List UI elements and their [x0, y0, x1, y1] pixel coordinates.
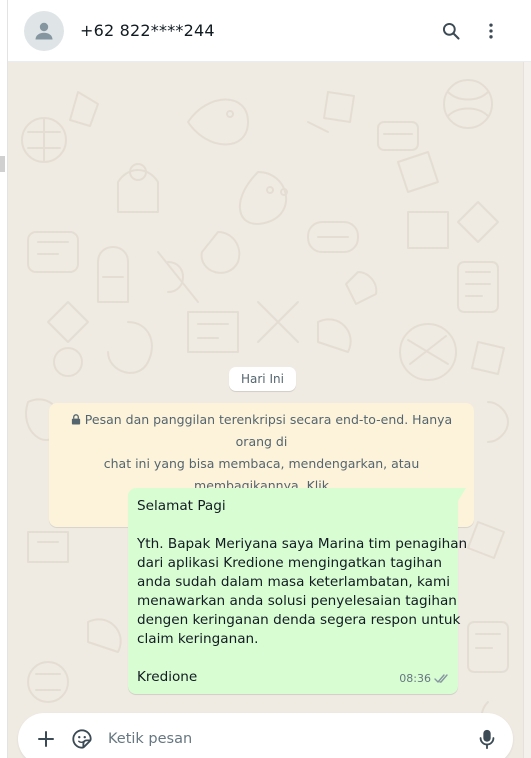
outgoing-message[interactable]: Selamat Pagi Yth. Bapak Meriyana saya Ma…: [128, 488, 468, 694]
microphone-icon: [479, 729, 495, 750]
message-line: Selamat Pagi: [137, 498, 226, 514]
encryption-text-1: Pesan dan panggilan terenkripsi secara e…: [84, 412, 453, 449]
message-line: Yth. Bapak Meriyana saya Marina tim pena…: [137, 536, 468, 552]
message-list[interactable]: Hari Ini Pesan dan panggilan terenkripsi…: [8, 62, 523, 758]
message-line: claim keringanan.: [137, 631, 259, 647]
bubble-tail: [458, 488, 466, 501]
message-line: menawarkan anda solusi penyelesaian tagi…: [137, 593, 457, 609]
search-button[interactable]: [431, 11, 471, 51]
scrollbar-track[interactable]: [523, 62, 531, 758]
message-composer: [18, 713, 513, 758]
message-line: [137, 516, 449, 535]
window-edge: [0, 0, 8, 758]
message-line: dari aplikasi Kredione mengingatkan tagi…: [137, 555, 442, 571]
encryption-line-1: Pesan dan panggilan terenkripsi secara e…: [61, 409, 462, 453]
message-line: anda sudah dalam masa keterlambatan, kam…: [137, 574, 450, 590]
plus-icon: [38, 731, 54, 747]
voice-message-button[interactable]: [469, 721, 505, 757]
avatar[interactable]: [24, 10, 64, 51]
contact-name[interactable]: +62 822****244: [80, 21, 215, 40]
header-actions: [431, 11, 511, 51]
resize-handle[interactable]: [0, 156, 5, 172]
lock-icon: [71, 414, 80, 425]
menu-button[interactable]: [471, 11, 511, 51]
message-meta: 08:36: [399, 669, 450, 688]
default-user-icon: [35, 22, 53, 39]
date-chip: Hari Ini: [229, 367, 296, 391]
sticker-button[interactable]: [64, 721, 100, 757]
message-line: [137, 649, 449, 668]
whatsapp-chat-window: +62 822****244 Hari Ini Pesan dan panggi…: [0, 0, 531, 758]
chat-header: +62 822****244: [8, 0, 531, 62]
message-input[interactable]: [108, 719, 469, 758]
more-vertical-icon: [489, 23, 493, 38]
search-icon: [442, 22, 460, 40]
read-double-check-icon: [434, 674, 448, 683]
sticker-icon: [72, 729, 92, 749]
attach-button[interactable]: [28, 721, 64, 757]
message-line: dengen keringanan denda segera respon un…: [137, 612, 461, 628]
message-time: 08:36: [399, 672, 431, 685]
